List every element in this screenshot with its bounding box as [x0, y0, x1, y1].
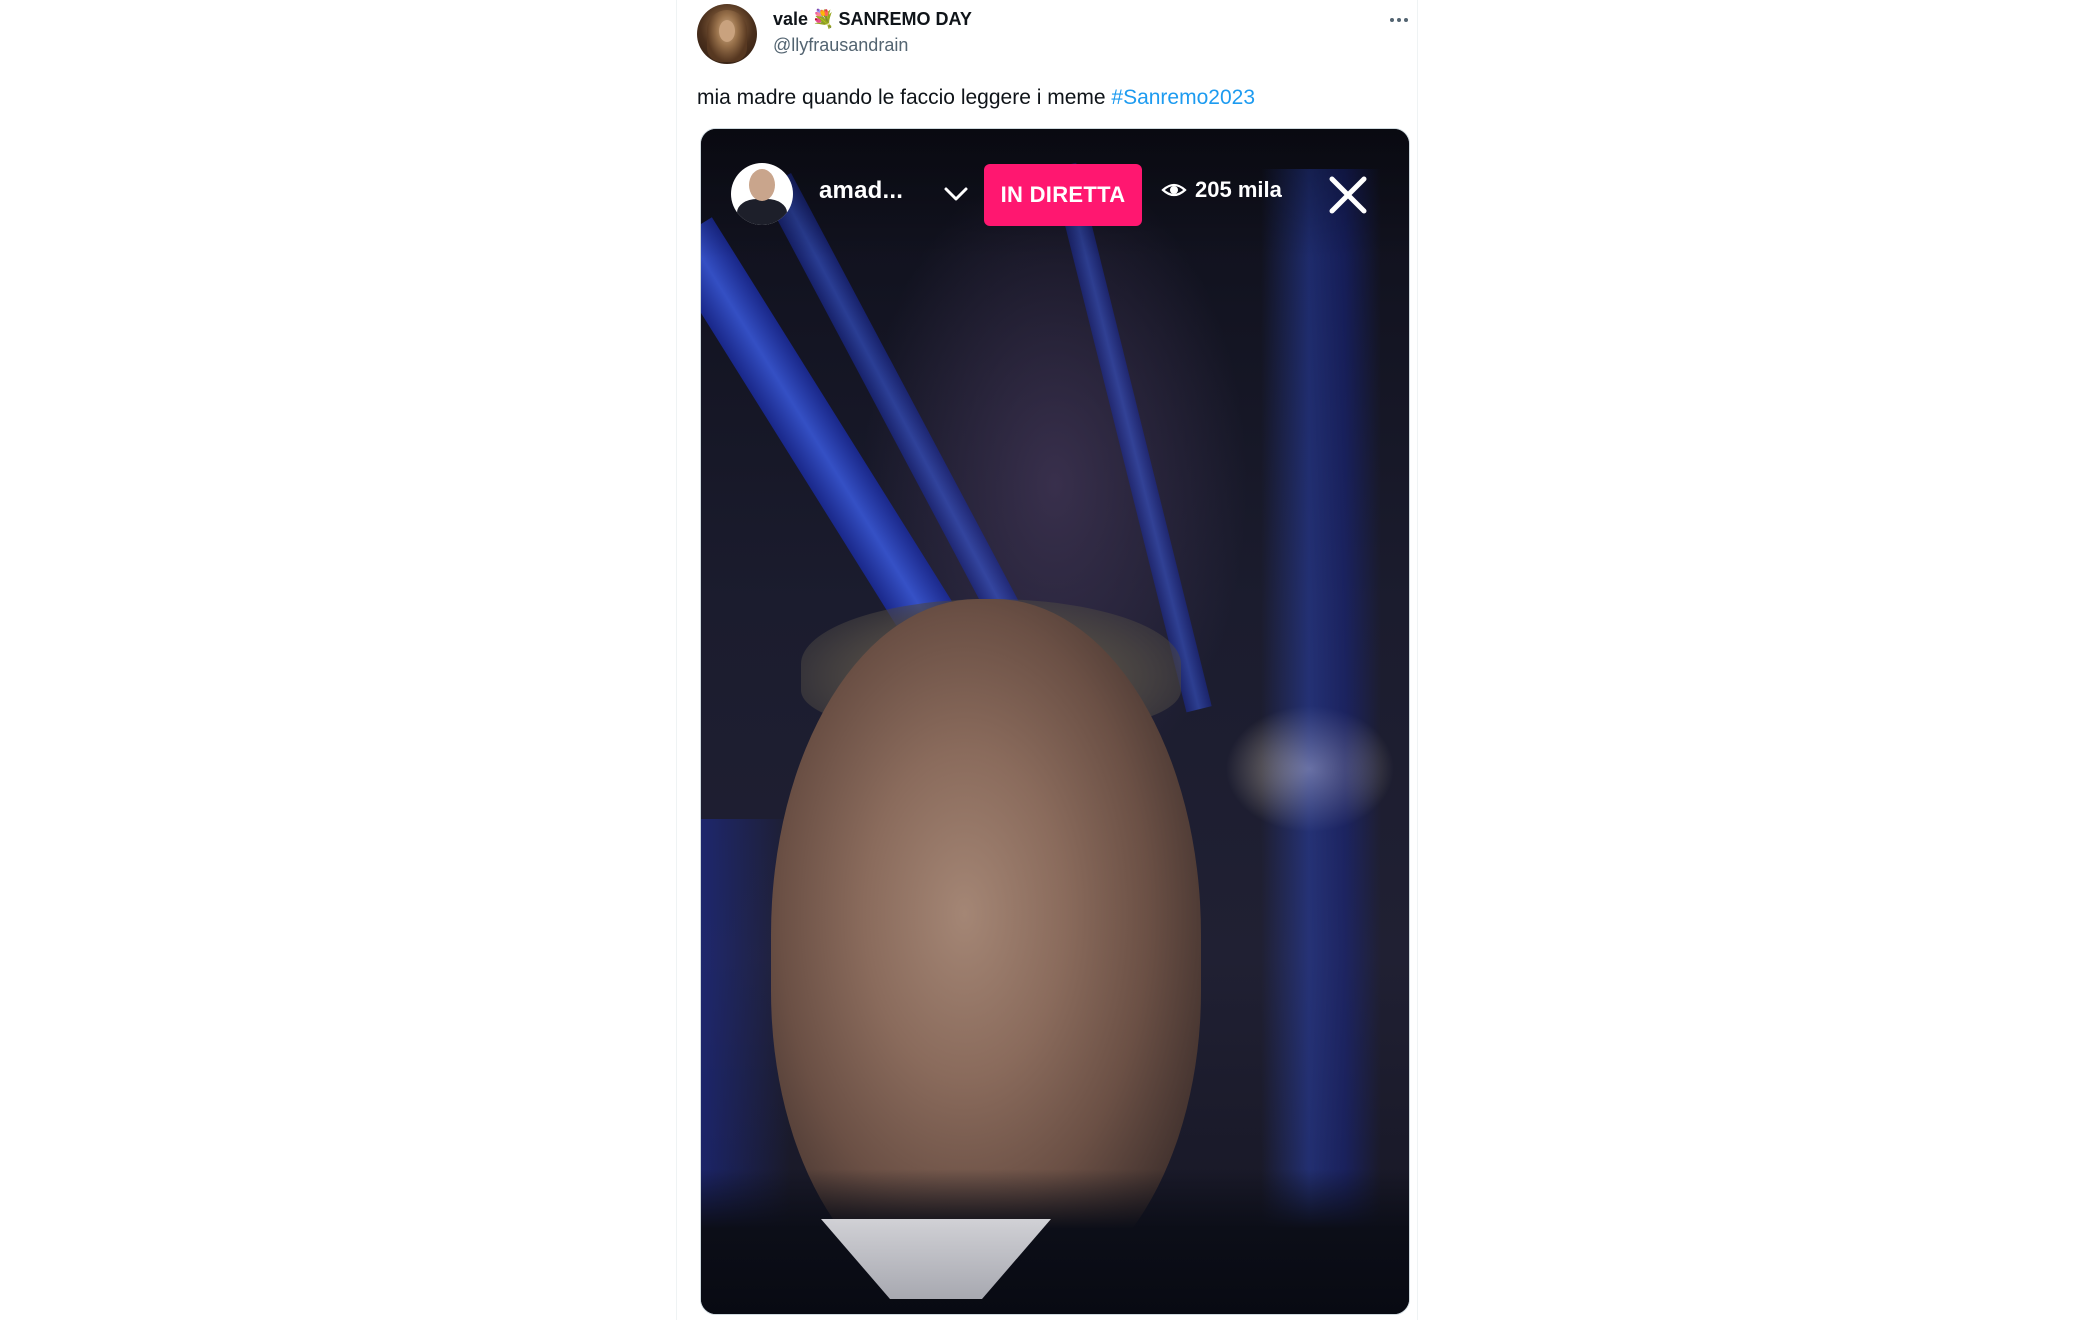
tweet-media[interactable]: amad... IN DIRETTA 205 mila [700, 128, 1410, 1315]
person-suit [701, 1169, 1409, 1314]
tweet-text-body: mia madre quando le faccio leggere i mem… [697, 86, 1112, 109]
author-handle[interactable]: @llyfrausandrain [773, 33, 1333, 57]
viewer-count: 205 mila [1161, 177, 1282, 203]
viewer-count-text: 205 mila [1195, 177, 1282, 202]
live-badge: IN DIRETTA [984, 164, 1142, 226]
author-avatar[interactable] [697, 4, 757, 64]
timeline-column: vale 💐 SANREMO DAY @llyfrausandrain mia ma… [676, 0, 1418, 1320]
more-horizontal-icon-dot [1404, 18, 1408, 22]
stage-light-beam [1261, 169, 1381, 1309]
more-options-button[interactable] [1385, 6, 1413, 34]
live-host-avatar[interactable] [731, 163, 793, 225]
more-horizontal-icon-dot [1397, 18, 1401, 22]
tweet-text: mia madre quando le faccio leggere i mem… [697, 84, 1397, 112]
bouquet-emoji-icon: 💐 [812, 9, 835, 30]
author-display-name[interactable]: vale 💐 SANREMO DAY [773, 8, 1333, 31]
avatar-body [737, 199, 787, 225]
page: vale 💐 SANREMO DAY @llyfrausandrain mia ma… [0, 0, 2080, 1320]
avatar-face [719, 20, 735, 42]
chevron-down-icon[interactable] [941, 179, 971, 209]
hashtag-link[interactable]: #Sanremo2023 [1111, 86, 1255, 109]
tweet[interactable]: vale 💐 SANREMO DAY @llyfrausandrain mia ma… [677, 0, 1417, 1320]
live-username[interactable]: amad... [819, 177, 903, 205]
more-horizontal-icon [1390, 18, 1394, 22]
close-icon[interactable] [1324, 171, 1372, 219]
author-name-suffix: SANREMO DAY [838, 9, 972, 29]
eye-icon [1161, 183, 1187, 197]
tweet-header: vale 💐 SANREMO DAY @llyfrausandrain [773, 8, 1333, 57]
author-name: vale [773, 9, 809, 29]
avatar-head [749, 169, 775, 201]
